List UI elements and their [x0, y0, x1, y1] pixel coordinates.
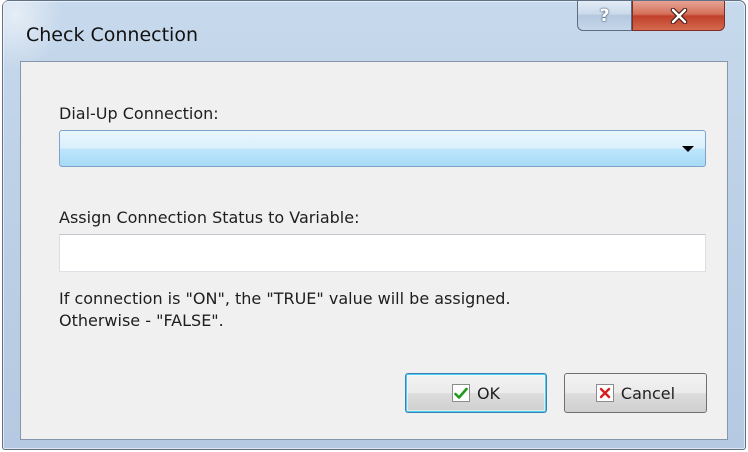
variable-input[interactable] [59, 234, 706, 272]
dialog-content: Dial-Up Connection: Assign Connection St… [20, 61, 728, 440]
dropdown-arrow-icon[interactable] [682, 146, 694, 152]
help-button[interactable]: ? [577, 1, 632, 31]
cancel-x-icon [595, 384, 614, 402]
cancel-label: Cancel [620, 383, 676, 403]
dial-up-connection-label: Dial-Up Connection: [59, 104, 219, 123]
window-title: Check Connection [26, 24, 198, 46]
ok-label: OK [476, 383, 501, 403]
question-mark-icon: ? [599, 5, 610, 26]
close-icon [670, 7, 687, 24]
assign-variable-label: Assign Connection Status to Variable: [59, 208, 360, 227]
dial-up-connection-dropdown[interactable] [59, 130, 706, 167]
dialog-window: Check Connection ? Dial-Up Connection: A… [2, 0, 746, 450]
info-text-line-1: If connection is "ON", the "TRUE" value … [59, 289, 511, 308]
ok-button[interactable]: OK [405, 373, 547, 413]
info-text-line-2: Otherwise - "FALSE". [59, 311, 224, 330]
title-bar[interactable]: Check Connection ? [3, 1, 745, 61]
cancel-button[interactable]: Cancel [564, 373, 707, 413]
checkmark-icon [451, 384, 470, 402]
close-button[interactable] [632, 1, 725, 31]
